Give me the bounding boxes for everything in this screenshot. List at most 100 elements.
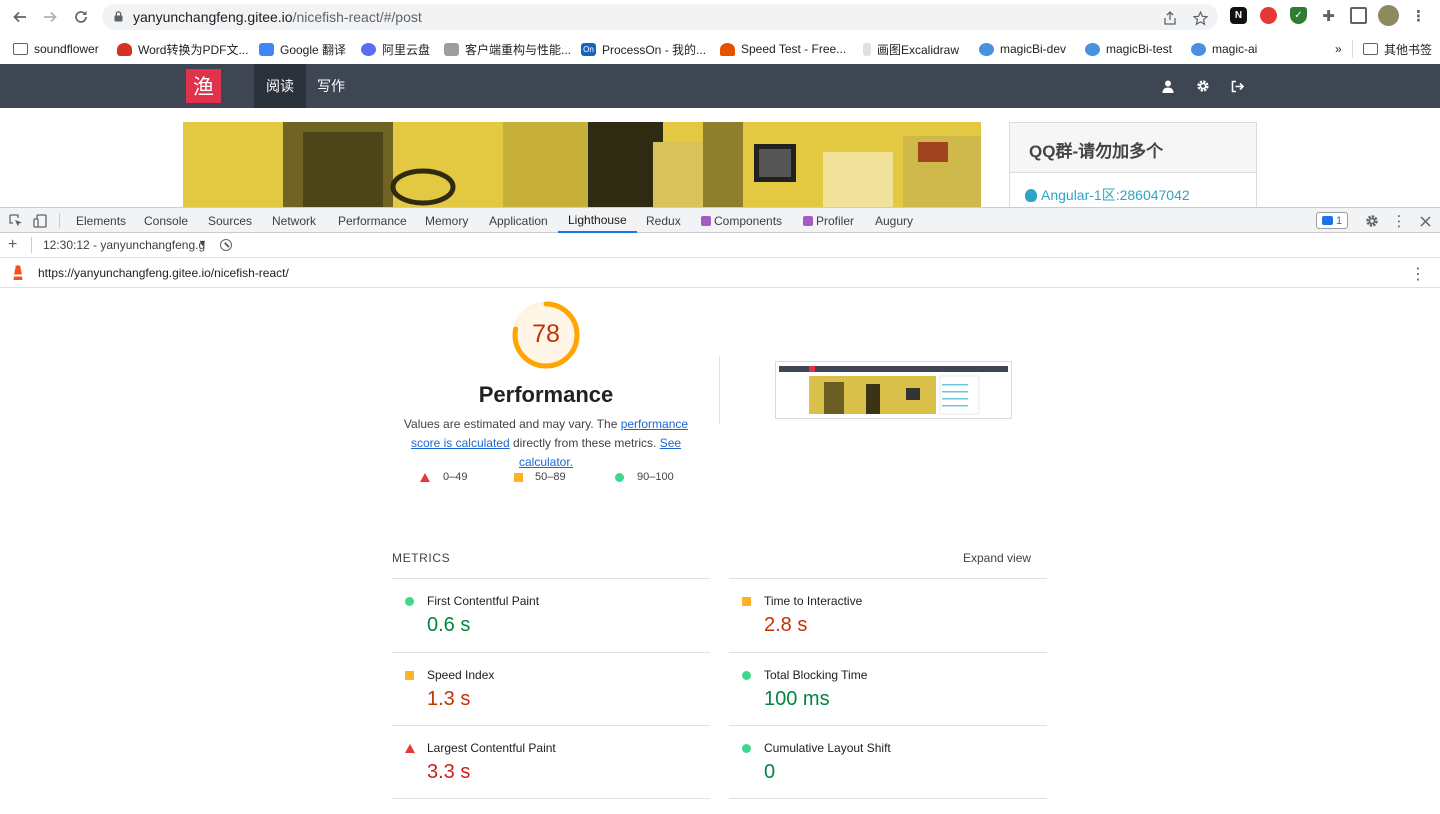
tab-console[interactable]: Console: [144, 208, 188, 233]
side-panel-icon[interactable]: [1350, 7, 1367, 24]
tab-lighthouse[interactable]: Lighthouse: [558, 208, 637, 233]
bookmark-excalidraw[interactable]: 画图Excalidraw: [863, 40, 959, 58]
address-bar[interactable]: yanyunchangfeng.gitee.io/nicefish-react/…: [102, 4, 1218, 30]
pen-icon: [863, 42, 871, 56]
metric-cumulative-layout-shift: Cumulative Layout Shift 0: [729, 725, 1047, 799]
new-report-button[interactable]: +: [8, 236, 17, 254]
pass-circle-icon: [742, 671, 751, 680]
reload-icon[interactable]: [70, 6, 92, 28]
legend-average: 50–89: [514, 470, 566, 484]
tab-redux[interactable]: Redux: [646, 208, 681, 233]
folder-icon: [1363, 43, 1378, 55]
legend-pass: 90–100: [615, 470, 674, 484]
bookmark-client-refactor[interactable]: 客户端重构与性能...: [444, 40, 571, 58]
bookmark-processon[interactable]: On ProcessOn - 我的...: [581, 40, 706, 58]
tab-sources[interactable]: Sources: [208, 208, 252, 233]
metric-first-contentful-paint: First Contentful Paint 0.6 s: [392, 578, 710, 652]
bookmarks-bar: soundflower Word转换为PDF文... Google 翻译 阿里云…: [0, 34, 1440, 64]
other-bookmarks-folder[interactable]: 其他书签: [1352, 40, 1432, 58]
toolbar-divider: [31, 237, 32, 253]
clear-reports-icon[interactable]: [220, 239, 232, 251]
red-extension-icon[interactable]: [1260, 7, 1277, 24]
metric-total-blocking-time: Total Blocking Time 100 ms: [729, 652, 1047, 726]
settings-gear-icon[interactable]: [1364, 213, 1380, 229]
qq-group-panel: QQ群-请勿加多个 Angular-1区:286047042: [1009, 122, 1257, 208]
bookmark-speed-test[interactable]: Speed Test - Free...: [720, 40, 846, 58]
nav-write[interactable]: 写作: [305, 64, 357, 108]
metrics-bottom-divider: [392, 798, 710, 799]
bookmarks-overflow-button[interactable]: »: [1335, 40, 1342, 58]
puzzle-extensions-icon[interactable]: ✚: [1320, 7, 1337, 25]
final-screenshot-thumbnail[interactable]: [775, 361, 1012, 419]
magic-icon: [979, 42, 994, 56]
forward-arrow-icon[interactable]: [39, 6, 61, 28]
summary-divider: [719, 356, 720, 424]
device-toolbar-icon[interactable]: [32, 213, 48, 229]
fail-triangle-icon: [405, 744, 415, 753]
tab-performance[interactable]: Performance: [338, 208, 407, 233]
square-icon: [514, 472, 523, 482]
triangle-icon: [420, 472, 430, 482]
more-options-icon[interactable]: ⋮: [1391, 213, 1407, 230]
bookmark-magicbi-test[interactable]: magicBi-test: [1085, 40, 1172, 58]
back-arrow-icon[interactable]: [9, 6, 31, 28]
speedometer-icon: [720, 42, 735, 56]
translate-icon: [259, 42, 274, 56]
tab-augury[interactable]: Augury: [875, 208, 913, 233]
react-icon: [701, 215, 711, 226]
close-devtools-icon[interactable]: [1417, 213, 1433, 229]
bookmark-star-icon[interactable]: [1192, 10, 1208, 26]
tab-memory[interactable]: Memory: [425, 208, 468, 233]
user-icon[interactable]: [1160, 78, 1176, 94]
metrics-heading: METRICS: [392, 551, 451, 565]
qq-group-link[interactable]: Angular-1区:286047042: [1010, 173, 1256, 207]
tab-network[interactable]: Network: [272, 208, 316, 233]
tab-components[interactable]: Components: [701, 208, 782, 233]
processon-icon: On: [581, 42, 596, 56]
average-square-icon: [405, 671, 414, 680]
score-description: Values are estimated and may vary. The p…: [403, 417, 689, 469]
report-url: https://yanyunchangfeng.gitee.io/nicefis…: [38, 266, 289, 280]
heart-icon: [117, 42, 132, 56]
bookmark-soundflower[interactable]: soundflower: [13, 40, 99, 58]
toolbar-divider: [59, 213, 60, 228]
inspect-element-icon[interactable]: [8, 213, 24, 229]
site-logo[interactable]: 渔: [186, 69, 221, 103]
browser-toolbar: yanyunchangfeng.gitee.io/nicefish-react/…: [0, 0, 1440, 34]
report-menu-icon[interactable]: ⋮: [1410, 264, 1426, 284]
qq-penguin-icon: [1025, 188, 1037, 202]
bookmark-google-translate[interactable]: Google 翻译: [259, 40, 346, 58]
nav-read[interactable]: 阅读: [254, 64, 306, 108]
devtools-tab-strip: Elements Console Sources Network Perform…: [0, 207, 1440, 233]
report-url-bar: https://yanyunchangfeng.gitee.io/nicefis…: [0, 258, 1440, 288]
logout-icon[interactable]: [1230, 78, 1246, 94]
category-title: Performance: [478, 382, 614, 407]
site-header: 渔 阅读 写作: [0, 64, 1440, 108]
share-icon[interactable]: [1162, 10, 1178, 26]
url-text: yanyunchangfeng.gitee.io/nicefish-react/…: [133, 9, 422, 25]
circle-icon: [615, 472, 624, 482]
bookmark-word-pdf[interactable]: Word转换为PDF文...: [117, 40, 248, 58]
legend-fail: 0–49: [420, 470, 467, 484]
gear-icon[interactable]: [1195, 78, 1211, 94]
average-square-icon: [742, 597, 751, 606]
folder-icon: [13, 43, 28, 55]
bookmark-magic-ai[interactable]: magic-ai: [1191, 40, 1257, 58]
dropdown-arrow-icon[interactable]: ▼: [198, 238, 207, 248]
report-selector[interactable]: 12:30:12 - yanyunchangfeng.g: [43, 238, 206, 252]
tab-application[interactable]: Application: [489, 208, 548, 233]
bookmark-magicbi-dev[interactable]: magicBi-dev: [979, 40, 1066, 58]
issues-badge[interactable]: 1: [1316, 212, 1348, 229]
expand-view-toggle[interactable]: Expand view: [963, 551, 1031, 565]
chrome-menu-icon[interactable]: ⋮: [1410, 7, 1427, 25]
tab-elements[interactable]: Elements: [76, 208, 126, 233]
qq-group-title: QQ群-请勿加多个: [1010, 123, 1256, 173]
bookmark-aliyun-drive[interactable]: 阿里云盘: [361, 40, 430, 58]
notion-extension-icon[interactable]: N: [1230, 7, 1247, 24]
profile-avatar[interactable]: [1378, 5, 1399, 26]
message-icon: [1321, 216, 1333, 225]
post-banner-image[interactable]: [183, 122, 981, 208]
tab-profiler[interactable]: Profiler: [803, 208, 854, 233]
magic-icon: [1085, 42, 1100, 56]
shield-extension-icon[interactable]: ✓: [1290, 7, 1307, 24]
